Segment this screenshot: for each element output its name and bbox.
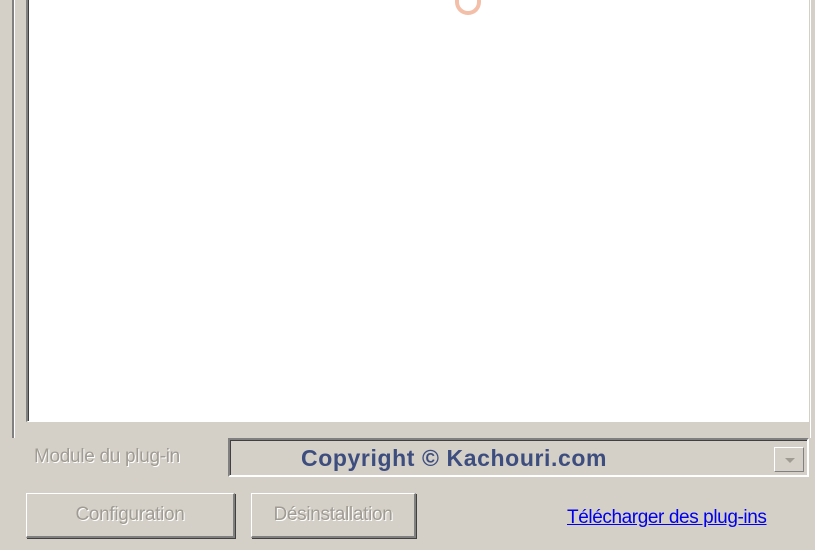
plugin-module-select-inner: Copyright © Kachouri.com [230, 440, 807, 475]
partial-logo-mark [455, 0, 481, 15]
download-plugins-link[interactable]: Télécharger des plug-ins [567, 507, 767, 529]
plugin-module-selected-value: Copyright © Kachouri.com [301, 445, 608, 471]
frame-left-border [12, 0, 15, 438]
frame-right-border [810, 0, 811, 438]
plugin-module-label: Module du plug-in [34, 446, 180, 467]
uninstall-button[interactable]: Désinstallation [251, 493, 416, 538]
plugin-list[interactable] [26, 0, 809, 422]
plugin-module-select[interactable]: Copyright © Kachouri.com [228, 438, 809, 477]
dropdown-arrow-icon[interactable] [774, 447, 804, 472]
configuration-button[interactable]: Configuration [26, 493, 235, 538]
